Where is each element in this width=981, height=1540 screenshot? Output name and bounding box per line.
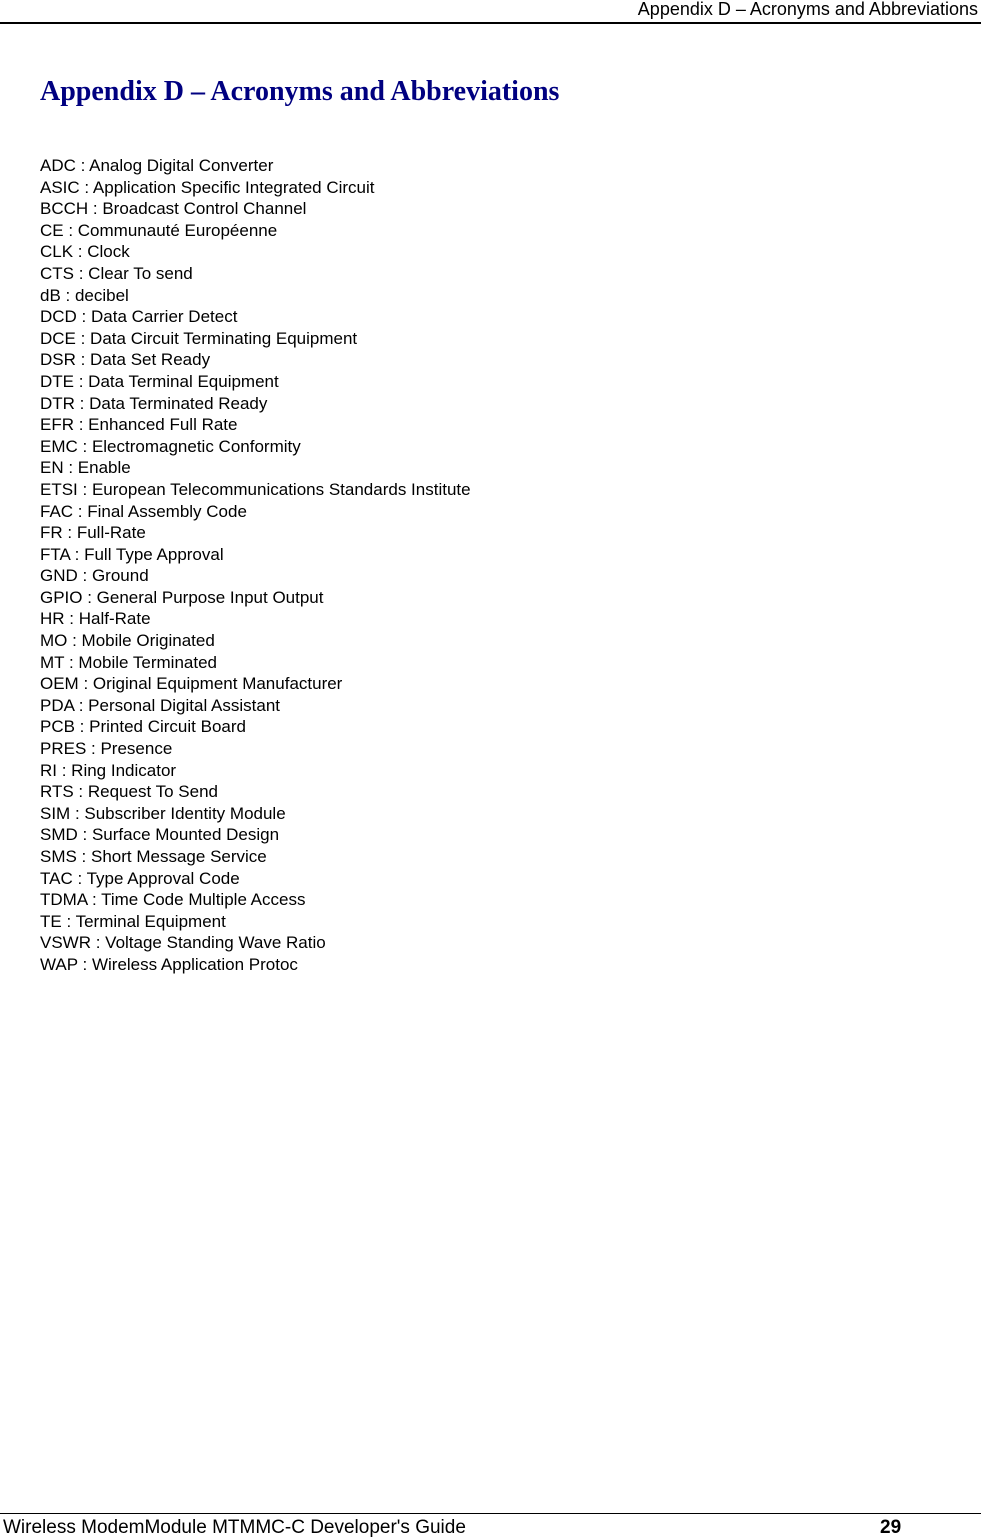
acronym-item: FAC : Final Assembly Code [40,501,247,521]
acronym-item: SIM : Subscriber Identity Module [40,803,286,823]
acronym-item: DCE : Data Circuit Terminating Equipment [40,328,358,348]
acronym-list: ADC : Analog Digital Converter ASIC : App… [40,155,471,976]
acronym-item: TAC : Type Approval Code [40,868,240,888]
acronym-item: TDMA : Time Code Multiple Access [40,890,306,910]
acronym-item: CLK : Clock [40,242,130,262]
acronym-item: DSR : Data Set Ready [40,350,211,370]
acronym-item: RI : Ring Indicator [40,760,177,780]
acronym-item: DTE : Data Terminal Equipment [40,371,279,391]
acronym-item: CE : Communauté Européenne [40,220,278,240]
footer-guide-title: Wireless ModemModule MTMMC-C Developer's… [3,1517,466,1538]
acronym-item: WAP : Wireless Application Protoc [40,954,298,974]
acronym-item: FTA : Full Type Approval [40,544,224,564]
page-title: Appendix D – Acronyms and Abbreviations [40,76,560,107]
acronym-item: GPIO : General Purpose Input Output [40,587,324,607]
acronym-item: DCD : Data Carrier Detect [40,307,238,327]
acronym-item: dB : decibel [40,285,129,305]
acronym-item: DTR : Data Terminated Ready [40,393,268,413]
acronym-item: PCB : Printed Circuit Board [40,717,246,737]
acronym-item: GND : Ground [40,566,149,586]
acronym-item: PDA : Personal Digital Assistant [40,695,281,715]
acronym-item: MO : Mobile Originated [40,631,215,651]
running-header: Appendix D – Acronyms and Abbreviations [0,0,981,24]
acronym-item: EN : Enable [40,458,131,478]
acronym-item: FR : Full-Rate [40,523,146,543]
page-footer: Wireless ModemModule MTMMC-C Developer's… [0,1513,981,1540]
acronym-item: EMC : Electromagnetic Conformity [40,436,301,456]
acronym-item: EFR : Enhanced Full Rate [40,415,238,435]
acronym-item: HR : Half-Rate [40,609,151,629]
acronym-item: SMD : Surface Mounted Design [40,825,280,845]
acronym-item: ASIC : Application Specific Integrated C… [40,177,375,197]
acronym-item: OEM : Original Equipment Manufacturer [40,674,343,694]
acronym-item: ETSI : European Telecommunications Stand… [40,479,471,499]
acronym-item: BCCH : Broadcast Control Channel [40,199,307,219]
acronym-item: ADC : Analog Digital Converter [40,156,274,175]
acronym-item: TE : Terminal Equipment [40,911,226,931]
acronym-item: SMS : Short Message Service [40,847,267,866]
acronym-item: RTS : Request To Send [40,782,218,802]
acronym-item: MT : Mobile Terminated [40,652,217,672]
acronym-item: VSWR : Voltage Standing Wave Ratio [40,933,326,953]
page-number: 29 [880,1517,902,1538]
acronym-item: PRES : Presence [40,739,173,759]
running-header-title: Appendix D – Acronyms and Abbreviations [637,0,978,19]
acronym-item: CTS : Clear To send [40,263,193,283]
